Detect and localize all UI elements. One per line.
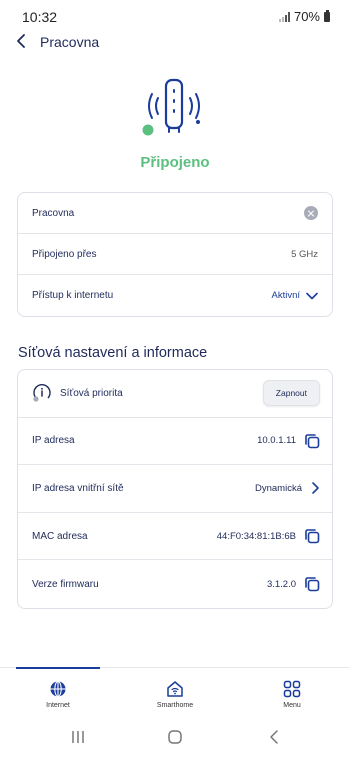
connected-via-label: Připojeno přes <box>32 248 97 260</box>
ip-address-label: IP adresa <box>32 435 75 447</box>
network-settings-card: Síťová priorita Zapnout IP adresa 10.0.1… <box>17 369 333 609</box>
tab-menu[interactable]: Menu <box>252 680 332 709</box>
smarthome-icon <box>167 681 183 697</box>
tab-internet[interactable]: Internet <box>18 680 98 709</box>
status-bar: 10:32 70% <box>0 0 350 32</box>
copy-icon[interactable] <box>304 576 320 592</box>
system-nav-bar <box>0 720 350 758</box>
extender-device-icon <box>142 78 200 136</box>
signal-icon <box>278 11 290 22</box>
connected-via-value: 5 GHz <box>291 248 318 260</box>
lan-ip-label: IP adresa vnitřní sítě <box>32 482 124 494</box>
copy-icon[interactable] <box>304 433 320 449</box>
internet-access-label: Přístup k internetu <box>32 290 114 301</box>
clear-icon[interactable] <box>304 206 318 220</box>
copy-icon[interactable] <box>304 528 320 544</box>
battery-percent: 70% <box>293 9 320 24</box>
network-priority-row: Síťová priorita Zapnout <box>18 370 332 418</box>
mac-address-row: MAC adresa 44:F0:34:81:1B:6B <box>18 513 332 561</box>
connected-via-row: Připojeno přes 5 GHz <box>18 234 332 275</box>
tab-smarthome-label: Smarthome <box>156 702 194 709</box>
internet-access-row: Přístup k internetu Aktivní <box>18 275 332 316</box>
grid-menu-icon <box>283 680 301 698</box>
tab-menu-label: Menu <box>283 702 301 709</box>
header: Pracovna <box>0 30 350 54</box>
internet-access-dropdown[interactable]: Aktivní <box>271 290 318 301</box>
globe-icon <box>50 680 66 698</box>
lan-ip-value: Dynamická <box>255 482 302 494</box>
network-priority-label: Síťová priorita <box>60 387 123 399</box>
recent-apps-icon[interactable] <box>70 729 86 745</box>
internet-access-value: Aktivní <box>271 290 300 301</box>
firmware-value: 3.1.2.0 <box>266 578 296 590</box>
firmware-label: Verze firmwaru <box>32 578 99 590</box>
section-title: Síťová nastavení a informace <box>18 345 208 361</box>
enable-priority-button[interactable]: Zapnout <box>262 380 320 407</box>
mac-address-label: MAC adresa <box>32 530 88 542</box>
device-name-field[interactable]: Pracovna <box>32 208 304 219</box>
tab-internet-label: Internet <box>46 702 70 709</box>
firmware-row: Verze firmwaru 3.1.2.0 <box>18 560 332 608</box>
ip-address-value: 10.0.1.11 <box>257 435 296 447</box>
active-tab-indicator <box>16 667 100 669</box>
back-icon[interactable] <box>267 729 283 745</box>
ip-address-row: IP adresa 10.0.1.11 <box>18 418 332 466</box>
chevron-right-icon[interactable] <box>310 481 320 495</box>
status-time: 10:32 <box>22 9 58 25</box>
back-arrow-icon[interactable] <box>14 32 30 50</box>
page-title: Pracovna <box>40 34 100 50</box>
battery-icon <box>324 9 330 22</box>
device-info-card: Pracovna Připojeno přes 5 GHz Přístup k … <box>17 192 333 317</box>
device-name-row[interactable]: Pracovna <box>18 193 332 234</box>
info-icon[interactable] <box>32 383 52 403</box>
lan-ip-row[interactable]: IP adresa vnitřní sítě Dynamická <box>18 465 332 513</box>
mac-address-value: 44:F0:34:81:1B:6B <box>216 530 296 542</box>
chevron-down-icon <box>306 292 318 299</box>
home-icon[interactable] <box>167 729 183 745</box>
tab-smarthome[interactable]: Smarthome <box>135 680 215 709</box>
bottom-nav: Internet Smarthome Menu <box>0 667 350 717</box>
status-indicators: 70% <box>278 9 330 24</box>
connection-status: Připojeno <box>140 154 210 171</box>
